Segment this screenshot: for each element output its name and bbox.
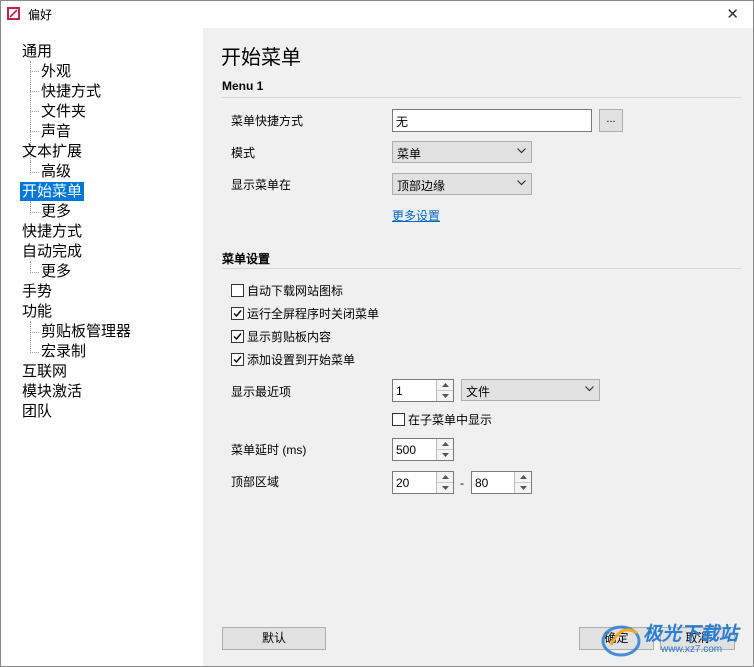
sidebar-item-clipboard-manager[interactable]: 剪贴板管理器 — [41, 322, 131, 341]
top-area-from-spinner[interactable]: 20 — [392, 471, 454, 494]
top-area-to-spinner[interactable]: 80 — [471, 471, 532, 494]
section-divider — [222, 268, 741, 269]
checkmark-icon — [233, 356, 242, 364]
menu-delay-value: 500 — [396, 443, 417, 457]
checkbox-label: 显示剪贴板内容 — [247, 330, 332, 344]
range-dash: - — [460, 476, 464, 490]
checkmark-icon — [233, 333, 242, 341]
recent-count-value: 1 — [396, 384, 403, 398]
chevron-down-icon — [517, 148, 526, 154]
checkbox-label: 在子菜单中显示 — [408, 413, 493, 427]
sidebar-item-macro-recorder[interactable]: 宏录制 — [41, 342, 86, 361]
sidebar-item-features[interactable]: 功能 — [22, 302, 52, 321]
section-divider — [222, 97, 741, 98]
checkbox-box-checked[interactable] — [231, 307, 244, 320]
checkbox-auto-download-favicons[interactable]: 自动下载网站图标 — [231, 282, 343, 299]
sidebar-item-general[interactable]: 通用 — [22, 42, 52, 61]
sidebar-item-sounds[interactable]: 声音 — [41, 122, 71, 141]
sidebar-tree: 通用 外观 快捷方式 文件夹 声音 文本扩展 高级 开始菜单 更多 快捷方式 自… — [2, 28, 202, 666]
chevron-down-icon — [517, 180, 526, 186]
chevron-down-icon — [585, 386, 594, 392]
spin-up-icon[interactable] — [437, 439, 453, 450]
top-area-to-value: 80 — [475, 476, 489, 490]
settings-panel: 开始菜单 Menu 1 菜单快捷方式 无 ... 模式 菜单 显示菜单在 顶部边… — [203, 28, 753, 666]
show-at-select-value: 顶部边缘 — [397, 179, 446, 193]
app-icon — [7, 7, 20, 20]
menu-delay-label: 菜单延时 (ms) — [231, 443, 307, 457]
sidebar-item-shortcuts[interactable]: 快捷方式 — [41, 82, 101, 101]
mode-label: 模式 — [231, 146, 256, 160]
watermark-text: 极光下载站 — [643, 624, 739, 645]
checkbox-label: 运行全屏程序时关闭菜单 — [247, 307, 380, 321]
recent-items-label: 显示最近项 — [231, 385, 292, 399]
menu-delay-spinner[interactable]: 500 — [392, 438, 454, 461]
checkbox-box-checked[interactable] — [231, 330, 244, 343]
more-settings-link[interactable]: 更多设置 — [392, 207, 440, 224]
sidebar-item-advanced[interactable]: 高级 — [41, 162, 71, 181]
default-button[interactable]: 默认 — [222, 627, 326, 650]
sidebar-item-shortcuts-main[interactable]: 快捷方式 — [22, 222, 82, 241]
sidebar-item-internet[interactable]: 互联网 — [22, 362, 67, 381]
mode-select[interactable]: 菜单 — [392, 141, 532, 163]
sidebar-item-module-activation[interactable]: 模块激活 — [22, 382, 82, 401]
section-title-menu-settings: 菜单设置 — [222, 252, 271, 266]
sidebar-item-gestures[interactable]: 手势 — [22, 282, 52, 301]
spin-up-icon[interactable] — [515, 472, 531, 483]
shortcut-label: 菜单快捷方式 — [231, 114, 304, 128]
window-title: 偏好 — [28, 8, 53, 22]
checkbox-label: 自动下载网站图标 — [247, 284, 344, 298]
checkbox-box[interactable] — [392, 413, 405, 426]
sidebar-item-appearance[interactable]: 外观 — [41, 62, 71, 81]
spin-down-icon[interactable] — [437, 391, 453, 401]
sidebar-item-folders[interactable]: 文件夹 — [41, 102, 86, 121]
spin-up-icon[interactable] — [437, 472, 453, 483]
spin-down-icon[interactable] — [437, 483, 453, 493]
mode-select-value: 菜单 — [397, 147, 422, 161]
recent-count-spinner[interactable]: 1 — [392, 379, 454, 402]
sidebar-item-text-expansion[interactable]: 文本扩展 — [22, 142, 82, 161]
page-title: 开始菜单 — [221, 47, 301, 69]
close-icon[interactable]: ✕ — [726, 5, 739, 23]
sidebar-item-start-menu-more[interactable]: 更多 — [41, 202, 71, 221]
sidebar-item-autocomplete-more[interactable]: 更多 — [41, 262, 71, 281]
shortcut-field[interactable]: 无 — [392, 109, 592, 132]
spin-down-icon[interactable] — [437, 450, 453, 460]
preferences-window: 偏好 ✕ 通用 外观 快捷方式 文件夹 声音 文本扩展 高级 开始菜单 更多 快… — [0, 0, 754, 667]
show-at-select[interactable]: 顶部边缘 — [392, 173, 532, 195]
checkbox-close-on-fullscreen[interactable]: 运行全屏程序时关闭菜单 — [231, 305, 379, 322]
spin-down-icon[interactable] — [515, 483, 531, 493]
title-bar: 偏好 ✕ — [1, 1, 753, 27]
sidebar-item-team[interactable]: 团队 — [22, 402, 52, 421]
spin-up-icon[interactable] — [437, 380, 453, 391]
section-title-menu1: Menu 1 — [222, 79, 264, 93]
checkbox-add-settings-to-start-menu[interactable]: 添加设置到开始菜单 — [231, 351, 355, 368]
show-at-label: 显示菜单在 — [231, 178, 292, 192]
top-area-from-value: 20 — [396, 476, 410, 490]
checkmark-icon — [233, 310, 242, 318]
shortcut-browse-button[interactable]: ... — [599, 109, 623, 132]
checkbox-box[interactable] — [231, 284, 244, 297]
recent-type-value: 文件 — [466, 385, 491, 399]
top-area-label: 顶部区域 — [231, 475, 280, 489]
sidebar-item-start-menu[interactable]: 开始菜单 — [20, 182, 85, 201]
checkbox-label: 添加设置到开始菜单 — [247, 353, 356, 367]
recent-type-select[interactable]: 文件 — [461, 379, 600, 401]
checkbox-show-clipboard[interactable]: 显示剪贴板内容 — [231, 328, 331, 345]
sidebar-item-autocomplete[interactable]: 自动完成 — [22, 242, 82, 261]
watermark-url: www.xz7.com — [661, 644, 723, 655]
checkbox-box-checked[interactable] — [231, 353, 244, 366]
checkbox-show-in-submenu[interactable]: 在子菜单中显示 — [392, 411, 492, 428]
